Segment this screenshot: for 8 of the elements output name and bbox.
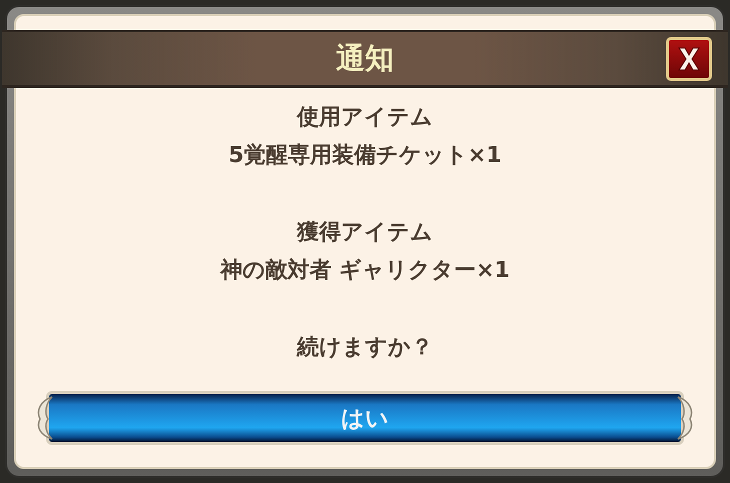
yes-button[interactable]: はい (46, 391, 684, 445)
item-text: 5覚醒専用装備チケット×1 (228, 142, 502, 170)
confirm-question: 続けますか？ (297, 334, 433, 362)
item-text: 神の敵対者 ギャリクター×1 (220, 256, 510, 285)
dialog-title: 通知 (336, 40, 394, 76)
section-heading: 使用アイテム (297, 104, 433, 132)
section-heading: 獲得アイテム (297, 219, 433, 247)
close-button[interactable] (666, 37, 712, 81)
